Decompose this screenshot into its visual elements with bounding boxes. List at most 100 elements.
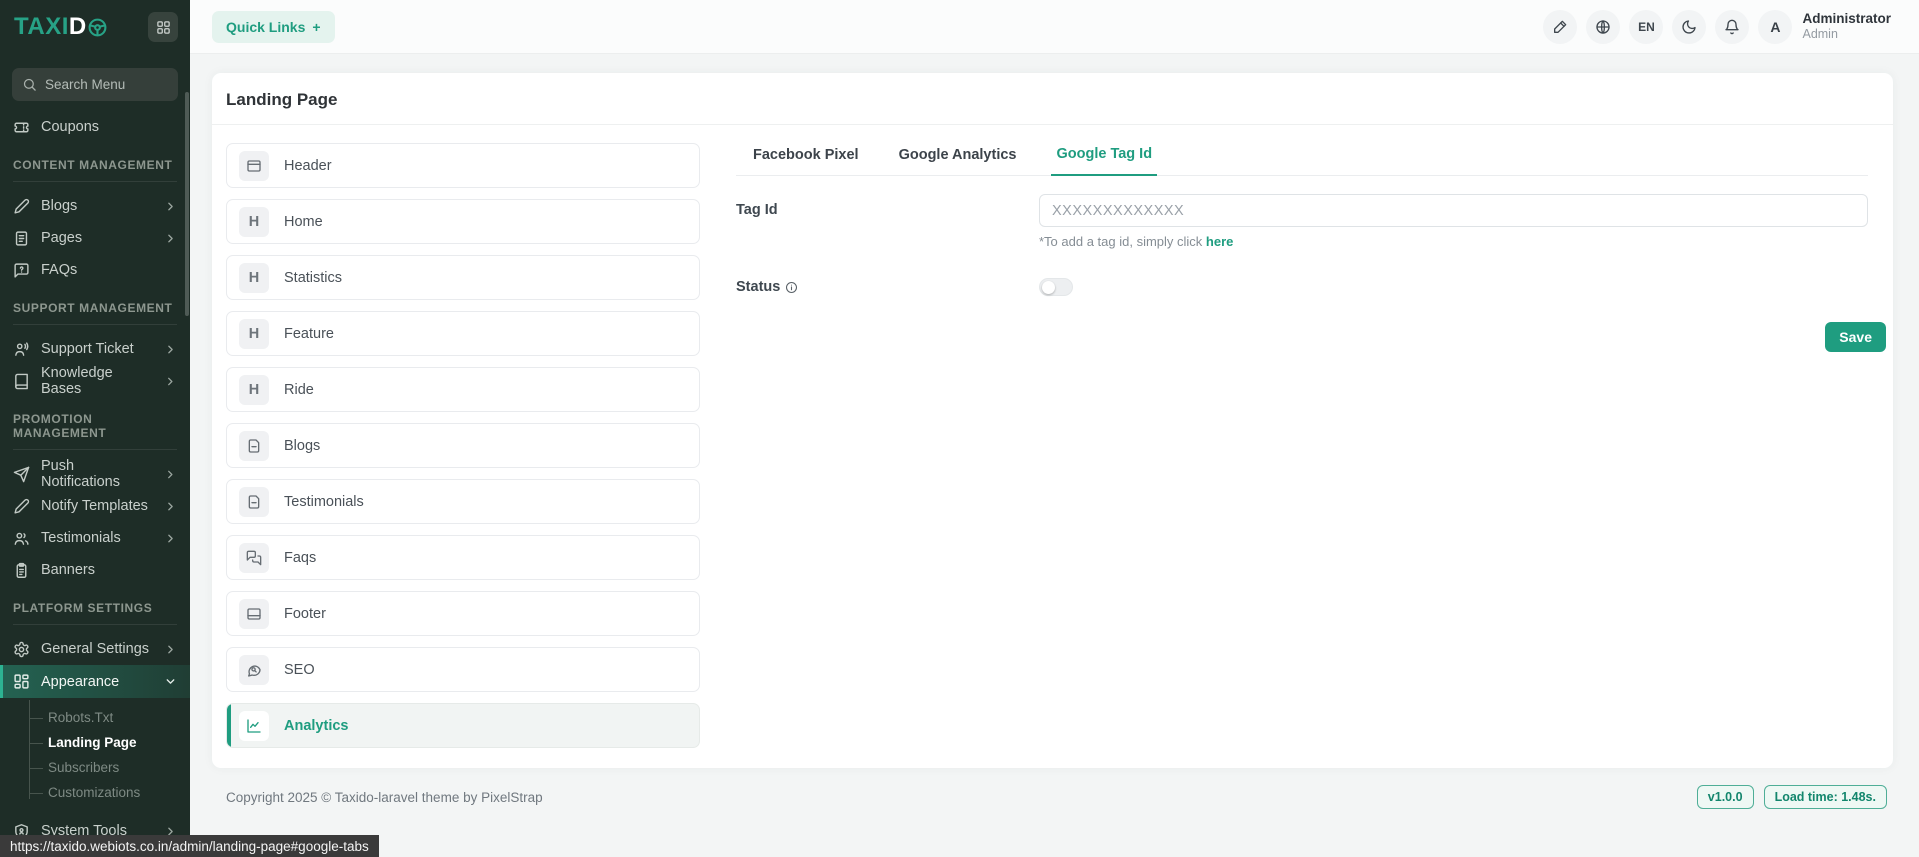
helper-link[interactable]: here xyxy=(1206,234,1233,249)
tab-google-tag-id[interactable]: Google Tag Id xyxy=(1051,143,1158,176)
page-content: Landing Page Header H Home H Statistics … xyxy=(190,54,1919,857)
section-label: Blogs xyxy=(284,437,321,454)
chevron-down-icon xyxy=(164,675,177,688)
brand-logo[interactable]: TAXI D xyxy=(14,13,108,41)
globe-button[interactable] xyxy=(1586,9,1621,44)
save-button[interactable]: Save xyxy=(1825,322,1886,352)
dark-mode-button[interactable] xyxy=(1672,9,1707,44)
sidebar-subitem-subscribers[interactable]: Subscribers xyxy=(0,755,190,780)
headset-user-icon xyxy=(13,341,30,358)
analytics-tabs: Facebook Pixel Google Analytics Google T… xyxy=(736,143,1868,176)
sidebar-scrollbar-thumb[interactable] xyxy=(185,92,189,316)
sidebar-item-label: General Settings xyxy=(41,641,150,657)
chevron-right-icon xyxy=(164,375,177,388)
sidebar-section-promotion-management: PROMOTION MANAGEMENT xyxy=(13,412,177,450)
section-item-footer[interactable]: Footer xyxy=(226,591,700,636)
sidebar-item-blogs[interactable]: Blogs xyxy=(0,190,190,222)
section-item-blogs[interactable]: Blogs xyxy=(226,423,700,468)
sidebar-item-pages[interactable]: Pages xyxy=(0,222,190,254)
pages-icon xyxy=(13,230,30,247)
section-item-header[interactable]: Header xyxy=(226,143,700,188)
sidebar-subitem-landing-page[interactable]: Landing Page xyxy=(0,730,190,755)
topbar: Quick Links + EN A Administrator Admin xyxy=(190,0,1919,54)
landing-page-card: Landing Page Header H Home H Statistics … xyxy=(212,73,1893,768)
chats-icon xyxy=(239,542,269,573)
sidebar-item-push-notifications[interactable]: Push Notifications xyxy=(0,458,190,490)
sidebar-toggle-button[interactable] xyxy=(148,12,178,42)
section-list: Header H Home H Statistics H Feature H R… xyxy=(226,143,700,759)
section-item-analytics[interactable]: Analytics xyxy=(226,703,700,748)
sidebar-item-notify-templates[interactable]: Notify Templates xyxy=(0,490,190,522)
brand-text-primary: TAXI xyxy=(14,13,69,40)
chevron-right-icon xyxy=(164,343,177,356)
bell-icon xyxy=(1724,19,1740,35)
section-item-feature[interactable]: H Feature xyxy=(226,311,700,356)
sidebar-section-content-management: CONTENT MANAGEMENT xyxy=(13,158,177,182)
letter-h-icon: H xyxy=(239,262,269,293)
quick-links-button[interactable]: Quick Links + xyxy=(212,10,335,43)
section-label: Ride xyxy=(284,381,314,398)
tab-google-analytics[interactable]: Google Analytics xyxy=(894,143,1022,175)
link-preview-statusbar: https://taxido.webiots.co.in/admin/landi… xyxy=(0,835,379,857)
sidebar-subitem-robots-txt[interactable]: Robots.Txt xyxy=(0,705,190,730)
section-label: Home xyxy=(284,213,323,230)
tag-id-input[interactable] xyxy=(1039,194,1868,227)
sidebar-search[interactable] xyxy=(12,68,178,101)
sidebar-item-label: Push Notifications xyxy=(41,458,120,490)
brand-text-secondary: D xyxy=(68,13,87,40)
notifications-button[interactable] xyxy=(1715,9,1750,44)
search-input[interactable] xyxy=(45,77,168,92)
document-icon xyxy=(239,430,269,461)
book-icon xyxy=(13,373,30,390)
chevron-right-icon xyxy=(164,643,177,656)
moon-icon xyxy=(1681,19,1697,35)
chevron-right-icon xyxy=(164,532,177,545)
sidebar-item-label: Banners xyxy=(41,562,96,578)
faq-icon xyxy=(13,262,30,279)
globe-icon xyxy=(1595,19,1611,35)
tag-id-row: Tag Id *To add a tag id, simply click he… xyxy=(736,194,1868,249)
section-item-seo[interactable]: SEO xyxy=(226,647,700,692)
sidebar-item-appearance[interactable]: Appearance xyxy=(0,665,190,698)
sidebar-item-knowledge-bases[interactable]: Knowledge Bases xyxy=(0,365,190,397)
section-label: Footer xyxy=(284,605,326,622)
chevron-right-icon xyxy=(164,468,177,481)
pen-icon xyxy=(13,498,30,515)
panel-bottom-icon xyxy=(239,598,269,629)
status-label: Status xyxy=(736,271,1039,296)
sidebar-item-label: Testimonials xyxy=(41,530,121,546)
steering-wheel-icon xyxy=(87,17,108,38)
sidebar-item-general-settings[interactable]: General Settings xyxy=(0,633,190,665)
section-item-testimonials[interactable]: Testimonials xyxy=(226,479,700,524)
users-icon xyxy=(13,530,30,547)
sidebar-item-coupons[interactable]: Coupons xyxy=(0,111,190,143)
sidebar-item-testimonials[interactable]: Testimonials xyxy=(0,522,190,554)
section-label: Analytics xyxy=(284,717,349,734)
tab-facebook-pixel[interactable]: Facebook Pixel xyxy=(748,143,864,175)
sidebar-item-banners[interactable]: Banners xyxy=(0,554,190,586)
sidebar-item-label: Coupons xyxy=(41,119,100,135)
customizer-button[interactable] xyxy=(1543,9,1578,44)
sidebar-item-faqs[interactable]: FAQs xyxy=(0,254,190,286)
quick-links-label: Quick Links xyxy=(226,18,306,35)
section-item-home[interactable]: H Home xyxy=(226,199,700,244)
status-toggle[interactable] xyxy=(1039,278,1073,296)
toggle-knob xyxy=(1042,280,1055,294)
user-menu[interactable]: A Administrator Admin xyxy=(1758,9,1891,44)
section-label: Feature xyxy=(284,325,334,342)
version-badge: v1.0.0 xyxy=(1696,785,1754,809)
avatar[interactable]: A xyxy=(1758,9,1793,44)
chevron-right-icon xyxy=(164,500,177,513)
user-role: Admin xyxy=(1802,27,1838,42)
chevron-right-icon xyxy=(164,232,177,245)
sidebar-subitem-customizations[interactable]: Customizations xyxy=(0,780,190,805)
analytics-pane: Facebook Pixel Google Analytics Google T… xyxy=(736,143,1886,759)
section-item-ride[interactable]: H Ride xyxy=(226,367,700,412)
sidebar-item-support-ticket[interactable]: Support Ticket xyxy=(0,333,190,365)
section-item-faqs[interactable]: Faqs xyxy=(226,535,700,580)
language-button[interactable]: EN xyxy=(1629,9,1664,44)
sidebar-section-support-management: SUPPORT MANAGEMENT xyxy=(13,301,177,325)
section-item-statistics[interactable]: H Statistics xyxy=(226,255,700,300)
page-title: Landing Page xyxy=(226,90,338,109)
sidebar-item-label: Appearance xyxy=(41,673,120,690)
